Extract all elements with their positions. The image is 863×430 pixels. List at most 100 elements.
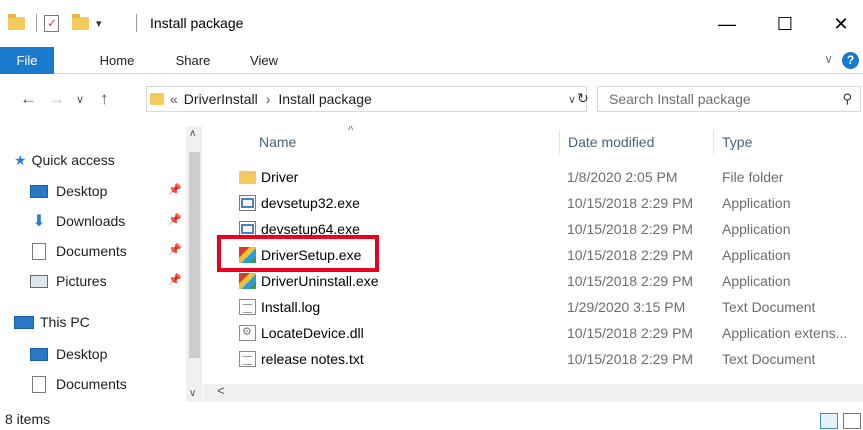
pin-icon[interactable]: 📌 [168,213,182,226]
file-date-modified: 10/15/2018 2:29 PM [567,221,694,237]
window-folder-icon [8,13,25,33]
forward-arrow-icon[interactable]: → [48,89,65,109]
highlight-box [217,235,379,272]
file-type: Application [722,221,791,237]
divider [36,14,37,32]
ribbon-tabs: File Home Share View ∨ ? [0,47,863,74]
nav-item-desktop[interactable]: Desktop [30,179,107,203]
scroll-down-icon[interactable]: ∨ [189,388,196,399]
desktop-icon [30,347,48,361]
tab-home[interactable]: Home [92,47,142,74]
nav-item-desktop[interactable]: Desktop [30,342,107,366]
file-date-modified: 1/29/2020 3:15 PM [567,299,686,315]
pin-icon[interactable]: 📌 [168,243,182,256]
table-row[interactable]: release notes.txt 10/15/2018 2:29 PM Text … [231,346,863,372]
app-icon [239,195,256,211]
file-type: Text Document [722,299,816,315]
nav-label: Desktop [56,346,108,362]
file-date-modified: 10/15/2018 2:29 PM [567,195,694,211]
address-bar[interactable]: « DriverInstall › Install package ∨ [146,86,587,112]
window-title: Install package [150,15,244,31]
nav-label: Quick access [31,152,115,168]
pictures-icon [30,274,48,288]
new-folder-icon[interactable] [72,13,89,33]
breadcrumb-item[interactable]: Install package [278,91,371,107]
close-button[interactable]: ✕ [818,10,863,38]
help-icon[interactable]: ? [842,52,859,69]
desktop-icon [30,184,48,198]
nav-label: Pictures [56,273,107,289]
nav-label: Documents [56,243,127,259]
table-row[interactable]: LocateDevice.dll 10/15/2018 2:29 PM Applic… [231,320,863,346]
navigation-bar: ← → ∨ ↑ « DriverInstall › Install packag… [0,74,863,126]
nav-item-downloads[interactable]: ⬇ Downloads [30,209,125,233]
recent-locations-icon[interactable]: ∨ [76,93,84,106]
file-name: Driver [261,169,299,185]
file-explorer-window: ▾ Install package — ☐ ✕ File Home Share … [0,0,863,430]
maximize-button[interactable]: ☐ [762,10,808,38]
minimize-button[interactable]: — [704,10,750,38]
folder-icon [150,93,164,105]
back-arrow-icon[interactable]: ← [20,89,37,109]
search-icon[interactable]: ⚲ [842,91,852,107]
column-divider[interactable] [713,130,714,154]
large-icons-view-icon[interactable] [843,413,861,429]
collapse-ribbon-icon[interactable]: ∨ [824,52,833,66]
nav-label: Downloads [56,213,126,229]
column-header-date[interactable]: Date modified [568,126,654,158]
file-type: Application [722,247,791,263]
file-type: Text Document [722,351,816,367]
breadcrumb-overflow[interactable]: « [170,91,178,107]
file-type: Application [722,273,791,289]
nav-item-documents[interactable]: Documents [30,372,127,396]
file-date-modified: 1/8/2020 2:05 PM [567,169,678,185]
navigation-pane: ★ Quick access Desktop 📌 ⬇ Downloads 📌 D… [0,126,202,402]
table-row[interactable]: Install.log 1/29/2020 3:15 PM Text Documen… [231,294,863,320]
refresh-icon[interactable]: ↻ [577,90,589,107]
documents-icon [32,375,46,393]
nav-this-pc[interactable]: This PC [14,310,90,334]
divider [136,14,137,32]
scroll-up-icon[interactable]: ∧ [189,128,196,139]
up-arrow-icon[interactable]: ↑ [100,89,109,109]
nav-item-documents[interactable]: Documents [30,239,127,263]
file-type: File folder [722,169,784,185]
file-name: devsetup32.exe [261,195,360,211]
file-date-modified: 10/15/2018 2:29 PM [567,351,694,367]
documents-icon [32,242,46,260]
search-placeholder: Search Install package [609,91,751,107]
search-input[interactable]: Search Install package ⚲ [597,86,861,112]
table-row[interactable]: devsetup32.exe 10/15/2018 2:29 PM Applicat… [231,190,863,216]
file-date-modified: 10/15/2018 2:29 PM [567,247,694,263]
tab-file[interactable]: File [0,47,54,74]
file-name: release notes.txt [261,351,364,367]
breadcrumb-item[interactable]: DriverInstall [184,91,258,107]
scroll-left-icon[interactable]: < [217,383,225,398]
file-name: Install.log [261,299,321,315]
pin-icon[interactable]: 📌 [168,273,182,286]
tab-view[interactable]: View [242,47,286,74]
column-divider[interactable] [559,130,560,154]
file-type: Application [722,195,791,211]
table-row[interactable]: Driver 1/8/2020 2:05 PM File folder [231,164,863,190]
star-icon: ★ [14,151,27,168]
file-name: LocateDevice.dll [261,325,364,341]
nav-item-pictures[interactable]: Pictures [30,269,107,293]
horizontal-scrollbar[interactable] [203,384,863,402]
properties-icon[interactable] [44,13,59,33]
title-bar: ▾ Install package — ☐ ✕ [0,0,863,47]
address-dropdown-icon[interactable]: ∨ [568,93,576,106]
customize-toolbar-icon[interactable]: ▾ [96,13,102,33]
nav-quick-access[interactable]: ★ Quick access [14,148,115,172]
file-list: ∧ Name Date modified Type Driver 1/8/2020… [203,126,863,402]
details-view-icon[interactable] [820,413,838,429]
column-header-name[interactable]: Name [259,126,296,158]
pin-icon[interactable]: 📌 [168,183,182,196]
nav-label: Desktop [56,183,108,199]
column-header-type[interactable]: Type [722,126,752,158]
nav-scrollbar-thumb[interactable] [189,152,200,358]
breadcrumb-separator-icon[interactable]: › [266,91,271,107]
file-date-modified: 10/15/2018 2:29 PM [567,325,694,341]
tab-share[interactable]: Share [168,47,218,74]
nav-label: This PC [40,314,90,330]
